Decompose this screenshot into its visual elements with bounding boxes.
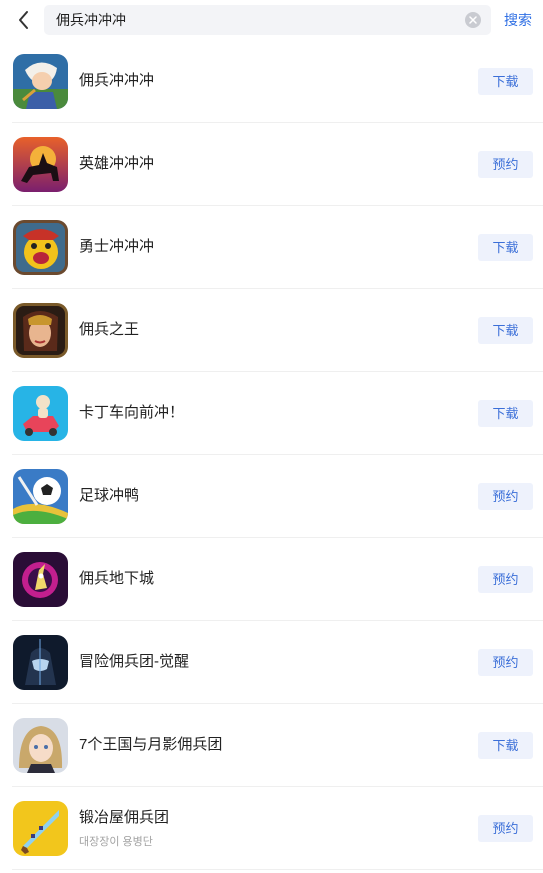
warrior-queen-icon bbox=[13, 303, 68, 358]
search-query-text: 佣兵冲冲冲 bbox=[56, 12, 126, 28]
list-item[interactable]: 冒险佣兵团-觉醒 预约 bbox=[0, 621, 543, 704]
list-item[interactable]: 卡丁车向前冲！ 下载 bbox=[0, 372, 543, 455]
clear-search-icon[interactable] bbox=[465, 12, 481, 28]
list-item[interactable]: 佣兵之王 下载 bbox=[0, 289, 543, 372]
app-name: 英雄冲冲冲 bbox=[79, 155, 155, 172]
app-name: 冒险佣兵团-觉醒 bbox=[79, 653, 189, 670]
app-name: 7个王国与月影佣兵团 bbox=[79, 736, 223, 753]
search-results-list: 佣兵冲冲冲 下载 英雄冲冲冲 预约 勇士冲冲冲 下载 佣兵之王 下载 卡丁车向前… bbox=[0, 40, 543, 870]
reserve-button[interactable]: 预约 bbox=[478, 566, 533, 593]
masked-hero-icon bbox=[13, 635, 68, 690]
horse-rider-icon bbox=[13, 137, 68, 192]
list-item[interactable]: 佣兵地下城 预约 bbox=[0, 538, 543, 621]
reserve-button[interactable]: 预约 bbox=[478, 815, 533, 842]
divider bbox=[12, 869, 543, 870]
app-name: 佣兵冲冲冲 bbox=[79, 72, 155, 89]
pixel-sword-icon bbox=[13, 801, 68, 856]
download-button[interactable]: 下载 bbox=[478, 732, 533, 759]
app-name: 卡丁车向前冲！ bbox=[79, 404, 185, 421]
monster-warrior-icon bbox=[13, 220, 68, 275]
soccer-ball-icon bbox=[13, 469, 68, 524]
app-name: 锻冶屋佣兵团 bbox=[79, 809, 170, 826]
back-arrow-icon[interactable] bbox=[14, 8, 36, 32]
mercenary-hero-icon bbox=[13, 54, 68, 109]
dungeon-sword-icon bbox=[13, 552, 68, 607]
reserve-button[interactable]: 预约 bbox=[478, 649, 533, 676]
list-item[interactable]: 锻冶屋佣兵团 대장장이 용병단 预约 bbox=[0, 787, 543, 870]
download-button[interactable]: 下载 bbox=[478, 400, 533, 427]
app-name: 佣兵之王 bbox=[79, 321, 140, 338]
list-item[interactable]: 足球冲鸭 预约 bbox=[0, 455, 543, 538]
list-item[interactable]: 英雄冲冲冲 预约 bbox=[0, 123, 543, 206]
search-input[interactable]: 佣兵冲冲冲 bbox=[44, 5, 491, 35]
reserve-button[interactable]: 预约 bbox=[478, 151, 533, 178]
download-button[interactable]: 下载 bbox=[478, 234, 533, 261]
app-subtitle: 대장장이 용병단 bbox=[79, 836, 153, 848]
kart-icon bbox=[13, 386, 68, 441]
app-name: 佣兵地下城 bbox=[79, 570, 155, 587]
list-item[interactable]: 佣兵冲冲冲 下载 bbox=[0, 40, 543, 123]
list-item[interactable]: 勇士冲冲冲 下载 bbox=[0, 206, 543, 289]
download-button[interactable]: 下载 bbox=[478, 68, 533, 95]
top-bar: 佣兵冲冲冲 搜索 bbox=[0, 0, 543, 40]
download-button[interactable]: 下载 bbox=[478, 317, 533, 344]
list-item[interactable]: 7个王国与月影佣兵团 下载 bbox=[0, 704, 543, 787]
app-name: 足球冲鸭 bbox=[79, 487, 140, 504]
anime-girl-icon bbox=[13, 718, 68, 773]
reserve-button[interactable]: 预约 bbox=[478, 483, 533, 510]
app-name: 勇士冲冲冲 bbox=[79, 238, 155, 255]
search-button[interactable]: 搜索 bbox=[504, 11, 532, 29]
